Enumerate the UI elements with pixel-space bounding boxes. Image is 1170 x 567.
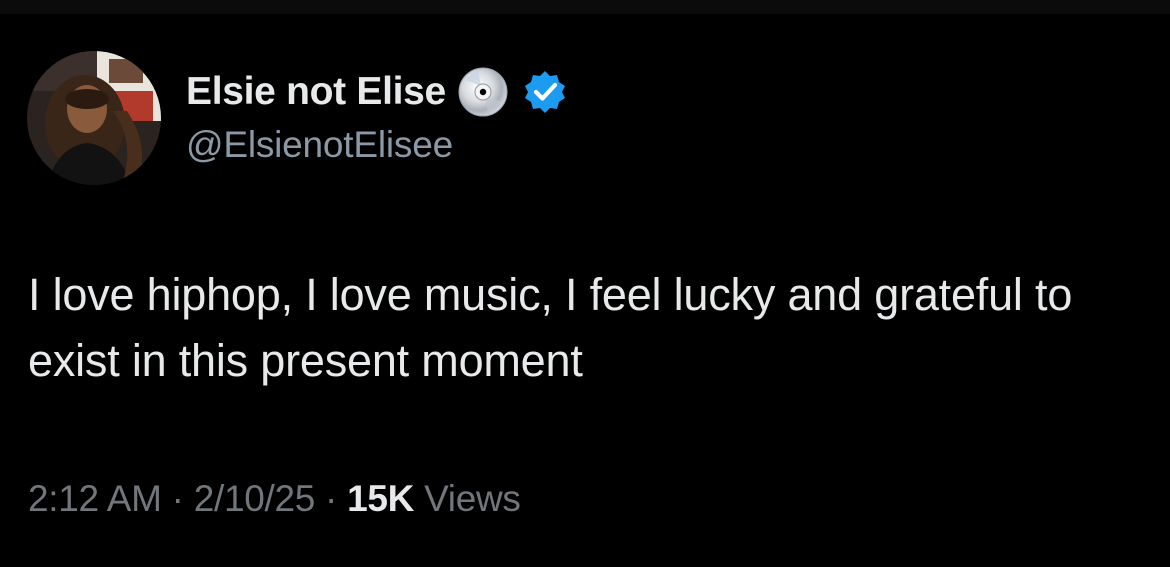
tweet-card: Elsie not Elise @ElsienotElisee I love h… <box>0 0 1170 567</box>
views-label: Views <box>424 478 521 519</box>
tweet-text: I love hiphop, I love music, I feel luck… <box>28 269 1073 386</box>
optical-disc-icon <box>454 66 512 118</box>
author-handle[interactable]: @ElsienotElisee <box>186 124 453 166</box>
separator-dot: · <box>325 478 338 519</box>
avatar[interactable] <box>27 51 161 185</box>
tweet-metadata: 2:12 AM · 2/10/25 · 15K Views <box>28 478 521 520</box>
tweet-time[interactable]: 2:12 AM <box>28 478 162 520</box>
verified-badge-icon[interactable] <box>520 66 570 118</box>
author-name-row: Elsie not Elise <box>186 66 570 118</box>
avatar-photo <box>27 51 161 185</box>
separator-dot: · <box>171 478 184 519</box>
views-count[interactable]: 15K <box>347 478 424 520</box>
author-display-name[interactable]: Elsie not Elise <box>186 70 446 114</box>
tweet-date[interactable]: 2/10/25 <box>194 478 316 520</box>
